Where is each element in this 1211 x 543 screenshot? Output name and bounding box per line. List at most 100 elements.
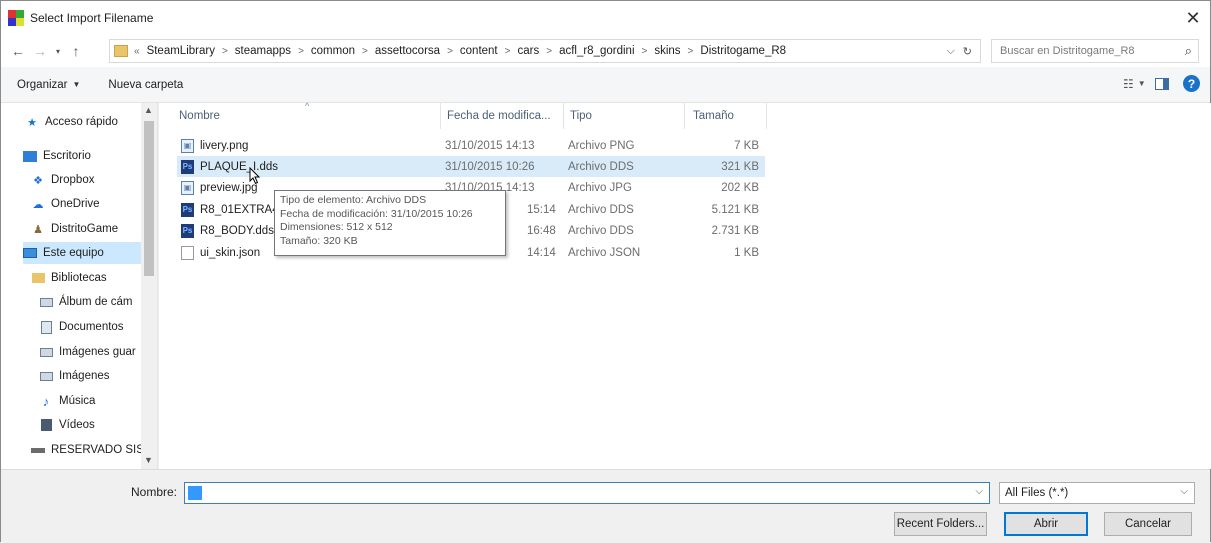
cancel-button[interactable]: Cancelar (1104, 512, 1192, 536)
nav-label: Acceso rápido (45, 116, 118, 128)
forward-icon[interactable]: → (29, 40, 51, 62)
nav-label: Álbum de cám (59, 296, 133, 308)
image-file-icon: ▣ (181, 138, 194, 153)
nav-label: Documentos (59, 321, 124, 333)
file-size: 1 KB (734, 246, 759, 259)
new-folder-button[interactable]: Nueva carpeta (100, 79, 191, 91)
search-input[interactable]: Buscar en Distritogame_R8 ⌕ (991, 39, 1199, 63)
breadcrumb-item[interactable]: cars (515, 45, 541, 57)
organize-button[interactable]: Organizar ▼ (9, 79, 88, 91)
nav-label: Vídeos (59, 419, 95, 431)
nav-item-onedrive[interactable]: ☁ OneDrive (31, 193, 157, 215)
nav-item-libraries[interactable]: Bibliotecas (31, 267, 157, 289)
open-button[interactable]: Abrir (1004, 512, 1088, 536)
caret-down-icon: ▼ (72, 80, 81, 89)
chevron-down-icon[interactable]: ⌵ (1180, 486, 1188, 497)
file-row[interactable]: ▣ livery.png 31/10/2015 14:13 Archivo PNG… (177, 135, 765, 156)
user-icon: ♟ (33, 223, 43, 236)
breadcrumb-overflow[interactable]: « (134, 46, 145, 57)
address-row: ← → ▾ ↑ « SteamLibrary > steamapps > com… (1, 35, 1210, 67)
help-icon[interactable]: ? (1183, 75, 1200, 92)
file-size: 202 KB (721, 181, 759, 194)
folder-icon (114, 45, 128, 57)
address-bar[interactable]: « SteamLibrary > steamapps > common > as… (109, 39, 981, 63)
file-name: R8_01EXTRA4 (200, 203, 279, 216)
column-header-type[interactable]: Tipo (564, 103, 685, 129)
recent-locations-icon[interactable]: ▾ (51, 40, 65, 62)
breadcrumb-item[interactable]: SteamLibrary (145, 45, 217, 57)
search-icon[interactable]: ⌕ (1185, 43, 1192, 59)
nav-label: DistritoGame (51, 223, 119, 235)
recent-folders-button[interactable]: Recent Folders... (894, 512, 987, 536)
file-name: livery.png (200, 139, 249, 152)
file-type: Archivo DDS (568, 203, 634, 216)
breadcrumb-item[interactable]: skins (652, 45, 682, 57)
chevron-down-icon[interactable]: ⌵ (975, 486, 983, 497)
nav-item-reserved-drive[interactable]: RESERVADO SIST (31, 439, 143, 461)
scrollbar-thumb[interactable] (144, 121, 154, 276)
music-icon: ♪ (42, 393, 50, 409)
breadcrumb-separator[interactable]: > (293, 46, 309, 57)
breadcrumb-separator[interactable]: > (541, 46, 557, 57)
mouse-cursor-icon (249, 167, 261, 185)
breadcrumb-item[interactable]: content (458, 45, 500, 57)
breadcrumb-item[interactable]: acfl_r8_gordini (557, 45, 636, 57)
videos-icon (39, 419, 53, 432)
nav-item-quick-access[interactable]: ★ Acceso rápido (25, 111, 157, 133)
breadcrumb-separator[interactable]: > (357, 46, 373, 57)
breadcrumb-separator[interactable]: > (217, 46, 233, 57)
pictures-icon (39, 346, 53, 359)
file-type-filter[interactable]: All Files (*.*) ⌵ (999, 482, 1195, 504)
nav-label: Bibliotecas (51, 272, 107, 284)
nav-label: Imágenes guar (59, 346, 136, 358)
nav-item-dropbox[interactable]: ❖ Dropbox (31, 169, 157, 191)
filter-value: All Files (*.*) (1005, 487, 1069, 499)
nav-scrollbar[interactable]: ▲ ▼ (141, 103, 157, 469)
file-type: Archivo PNG (568, 139, 635, 152)
scroll-down-icon[interactable]: ▼ (144, 455, 153, 465)
nav-label: Dropbox (51, 174, 95, 186)
nav-item-user[interactable]: ♟ DistritoGame (31, 218, 157, 240)
back-icon[interactable]: ← (7, 40, 29, 62)
nav-item-this-pc[interactable]: Este equipo (23, 242, 141, 264)
column-label: Fecha de modifica... (447, 110, 551, 122)
up-icon[interactable]: ↑ (65, 40, 87, 62)
view-options-icon[interactable]: ☷ ▼ (1123, 77, 1146, 91)
breadcrumb-item[interactable]: steamapps (233, 45, 293, 57)
column-header-size[interactable]: Tamaño (685, 103, 767, 129)
file-type: Archivo JSON (568, 246, 641, 259)
file-row-hovered[interactable]: Ps PLAQUE_I.dds 31/10/2015 10:26 Archivo … (177, 156, 765, 177)
close-icon[interactable]: ✕ (1176, 1, 1210, 35)
file-name: ui_skin.json (200, 246, 261, 259)
scroll-up-icon[interactable]: ▲ (144, 105, 153, 115)
tooltip-type: Tipo de elemento: Archivo DDS (280, 194, 427, 206)
dds-file-icon: Ps (181, 159, 194, 174)
breadcrumb-item[interactable]: common (309, 45, 357, 57)
computer-icon (23, 247, 37, 260)
breadcrumb-separator[interactable]: > (683, 46, 699, 57)
file-date: 31/10/2015 10:26 (445, 160, 535, 173)
refresh-icon[interactable]: ↻ (959, 45, 976, 58)
star-icon: ★ (27, 116, 37, 129)
nav-label: Imágenes (59, 370, 110, 382)
preview-pane-icon[interactable] (1155, 77, 1169, 90)
chevron-down-icon[interactable]: ⌵ (942, 45, 958, 58)
tooltip-dimensions: Dimensiones: 512 x 512 (280, 221, 393, 233)
breadcrumb-separator[interactable]: > (442, 46, 458, 57)
file-size: 7 KB (734, 139, 759, 152)
breadcrumb-item-current[interactable]: Distritogame_R8 (698, 45, 788, 57)
dds-file-icon: Ps (181, 223, 194, 238)
documents-icon (39, 320, 53, 334)
nav-label: RESERVADO SIST (51, 444, 143, 456)
filename-input[interactable]: ⌵ (184, 482, 990, 504)
nav-item-desktop[interactable]: Escritorio (23, 145, 157, 167)
breadcrumb-separator[interactable]: > (637, 46, 653, 57)
column-header-name[interactable]: Nombre ^ (159, 101, 441, 129)
command-bar: Organizar ▼ Nueva carpeta ☷ ▼ ? (1, 67, 1210, 103)
breadcrumb-item[interactable]: assettocorsa (373, 45, 442, 57)
breadcrumb-separator[interactable]: > (500, 46, 516, 57)
drive-icon (31, 444, 45, 457)
column-header-date[interactable]: Fecha de modifica... (441, 103, 564, 129)
text-selection (188, 486, 202, 500)
nav-label: Música (59, 395, 96, 407)
